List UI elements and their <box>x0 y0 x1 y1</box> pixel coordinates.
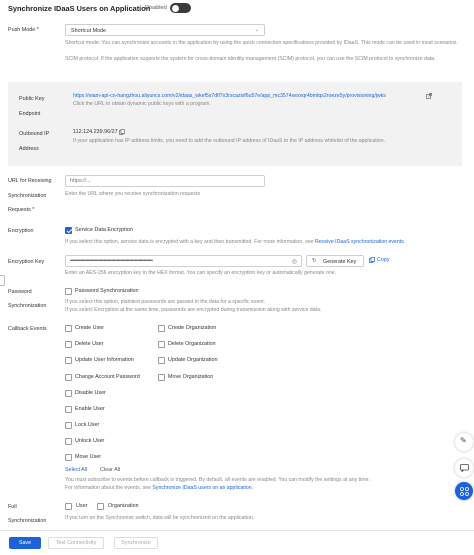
event-label: Change Account Password <box>75 374 140 380</box>
full-sync-label-2: Synchronization <box>8 518 47 524</box>
receive-events-link[interactable]: Receive IDaaS synchronization events <box>315 239 404 245</box>
password-sync-label-2: Synchronization <box>8 303 47 309</box>
encryption-key-input[interactable]: ••••••••••••••••••••••••••••••••••••••••… <box>65 255 302 267</box>
event-checkbox[interactable] <box>65 438 72 445</box>
copy-icon[interactable] <box>119 129 125 135</box>
event-checkbox[interactable] <box>65 341 72 348</box>
full-sync-help: If you turn on the Synchronize switch, d… <box>65 515 255 521</box>
encryption-key-label: Encryption Key <box>8 259 45 265</box>
url-receiving-input[interactable] <box>65 175 265 187</box>
synchronize-button[interactable]: Synchronize <box>114 537 158 549</box>
clear-all-link[interactable]: Clear All <box>100 467 120 474</box>
password-sync-label-1: Password <box>8 289 32 295</box>
event-label: Create Organization <box>168 325 217 331</box>
sync-status-label: Disabled <box>145 5 167 11</box>
refresh-icon: ↻ <box>312 257 317 264</box>
full-sync-org-checkbox[interactable] <box>97 503 104 510</box>
url-receiving-label-2: Synchronization <box>8 193 47 199</box>
encryption-label: Encryption <box>8 228 34 234</box>
event-label: Enable User <box>75 406 105 412</box>
copy-key-icon[interactable] <box>369 257 375 263</box>
event-checkbox[interactable] <box>65 357 72 364</box>
generate-key-button[interactable]: ↻ Generate Key <box>306 255 364 267</box>
outbound-ip-label-2: Address <box>19 146 39 152</box>
event-checkbox[interactable] <box>158 341 165 348</box>
sync-users-doc-link[interactable]: Synchronize IDaaS users on an applicatio… <box>152 485 251 491</box>
toggle-knob <box>171 4 179 12</box>
event-label: Unlock User <box>75 438 105 444</box>
event-label: Update Organization <box>168 357 218 363</box>
save-button[interactable]: Save <box>9 537 41 549</box>
event-checkbox[interactable] <box>65 374 72 381</box>
password-sync-help-1: If you select this option, plaintext pas… <box>65 299 266 305</box>
callback-events-label: Callback Events <box>8 326 47 332</box>
eye-icon[interactable]: ◎ <box>292 258 297 266</box>
test-connectivity-button[interactable]: Test Connectivity <box>48 537 104 549</box>
event-label: Delete Organization <box>168 341 216 347</box>
public-key-label-2: Endpoint <box>19 111 41 117</box>
full-sync-user-label: User <box>76 503 88 509</box>
outbound-ip-help: If your application has IP address limit… <box>73 138 386 144</box>
public-key-label-1: Public Key <box>19 96 45 102</box>
outbound-ip-value: 112.124.239.96/27 <box>73 129 118 135</box>
password-sync-checkbox[interactable] <box>65 288 72 295</box>
sync-toggle[interactable] <box>170 3 191 13</box>
service-data-encryption-checkbox[interactable] <box>65 227 72 234</box>
outbound-ip-label-1: Outbound IP <box>19 131 50 137</box>
select-all-link[interactable]: Select All <box>65 467 87 474</box>
public-key-help: Click the URL to obtain dynamic public k… <box>73 101 211 107</box>
password-sync-checkbox-label: Password Synchronization <box>75 288 139 294</box>
copy-key-link[interactable]: Copy <box>377 257 390 264</box>
encryption-key-help: Enter an AES-256 encryption key in the H… <box>65 270 337 276</box>
url-receiving-label-1: URL for Receiving <box>8 178 52 184</box>
password-sync-help-2: If you select Encryption at the same tim… <box>65 307 322 313</box>
push-mode-help-shortcut: Shortcut mode: You can synchronize accou… <box>65 40 458 46</box>
event-checkbox[interactable] <box>65 390 72 397</box>
side-collapse-handle[interactable] <box>0 275 5 286</box>
push-mode-help-scim: SCIM protocol: If the application suppor… <box>65 56 436 62</box>
event-checkbox[interactable] <box>158 374 165 381</box>
page-title: Synchronize IDaaS Users on Application <box>8 4 151 13</box>
event-label: Disable User <box>75 390 106 396</box>
callback-events-help-2: For information about the events, see Sy… <box>65 485 254 491</box>
push-mode-label: Push Mode * <box>8 27 39 33</box>
encryption-help: If you select this option, service data … <box>65 239 406 245</box>
event-checkbox[interactable] <box>65 454 72 461</box>
edit-fab[interactable]: ✎ <box>455 433 473 451</box>
public-key-url-link[interactable]: https://eiam-api-cn-hangzhou.aliyuncs.co… <box>73 93 428 100</box>
external-link-icon[interactable] <box>426 93 432 99</box>
event-checkbox[interactable] <box>65 325 72 332</box>
callback-events-help-1: You must subscribe to events before call… <box>65 477 370 483</box>
event-checkbox[interactable] <box>158 325 165 332</box>
pencil-icon: ✎ <box>460 435 467 445</box>
push-mode-select[interactable]: Shortcut Mode ⌄ <box>65 24 265 36</box>
footer-divider <box>0 530 474 531</box>
event-label: Update User Information <box>75 357 134 363</box>
chat-icon <box>459 464 469 472</box>
grid-icon <box>459 486 469 496</box>
event-label: Lock User <box>75 422 100 428</box>
encryption-key-value: ••••••••••••••••••••••••••••••••••••••••… <box>70 257 153 264</box>
full-sync-org-label: Organization <box>108 503 139 509</box>
event-checkbox[interactable] <box>65 422 72 429</box>
full-sync-label-1: Full <box>8 504 17 510</box>
push-mode-value: Shortcut Mode <box>71 27 107 34</box>
event-checkbox[interactable] <box>65 406 72 413</box>
url-receiving-label-3: Requests * <box>8 207 35 213</box>
full-sync-user-checkbox[interactable] <box>65 503 72 510</box>
service-data-encryption-label: Service Data Encryption <box>75 227 133 233</box>
event-checkbox[interactable] <box>158 357 165 364</box>
chevron-down-icon: ⌄ <box>254 27 259 33</box>
event-label: Move Organization <box>168 374 214 380</box>
chat-fab[interactable] <box>455 459 473 477</box>
url-receiving-help: Enter the URL where you receive synchron… <box>65 191 201 197</box>
event-label: Move User <box>75 454 102 460</box>
apps-fab[interactable] <box>455 482 473 500</box>
event-label: Delete User <box>75 341 104 347</box>
event-label: Create User <box>75 325 105 331</box>
